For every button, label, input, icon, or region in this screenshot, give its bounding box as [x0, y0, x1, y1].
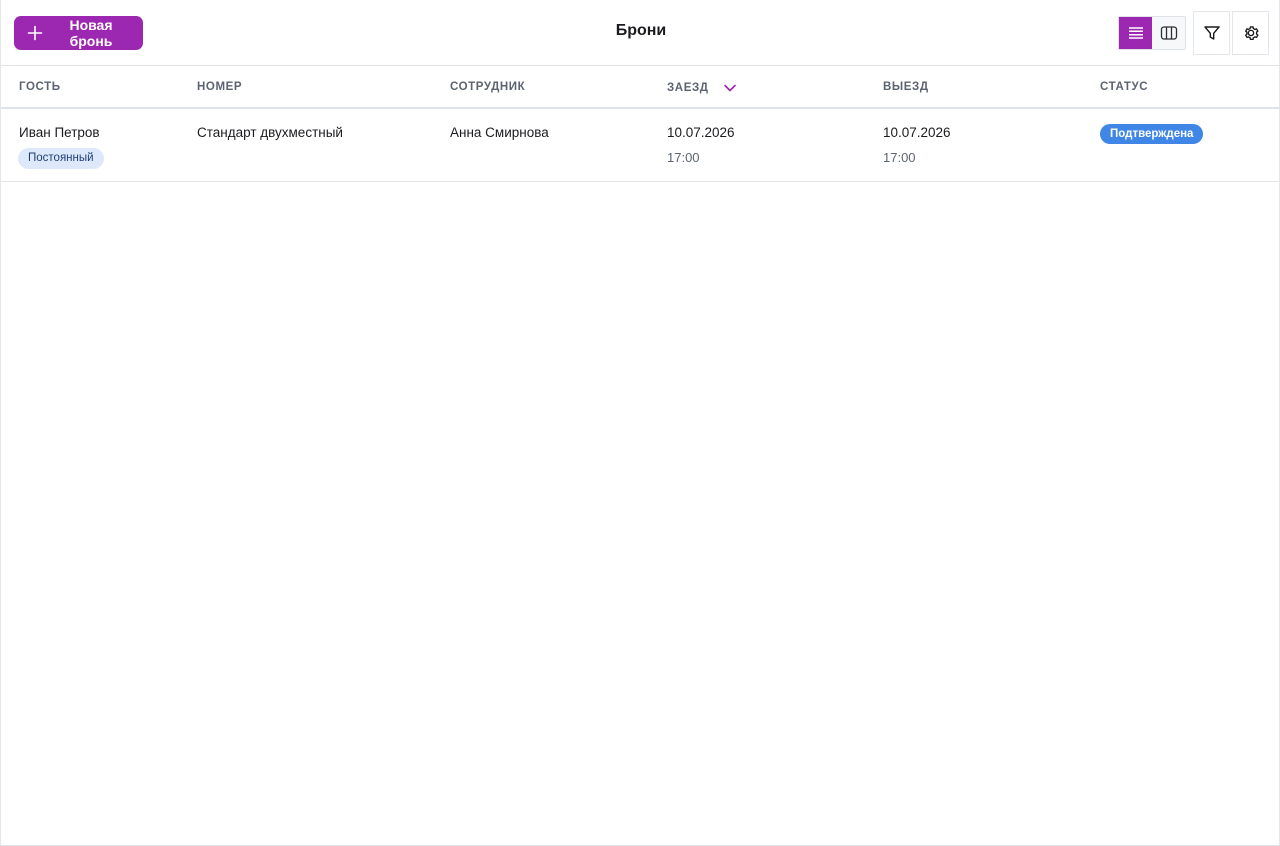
column-header-checkin-label: Заезд	[667, 82, 709, 94]
status-badge: Подтверждена	[1100, 124, 1204, 144]
page-title: Брони	[615, 22, 667, 39]
list-view-button[interactable]	[1119, 17, 1152, 49]
bookings-page: Новая бронь Брони ГОСТЬ НОМЕР СОТРУДНИК …	[0, 0, 1280, 846]
columns-view-icon	[1160, 26, 1177, 40]
column-header-checkout[interactable]: Выезд	[883, 81, 929, 93]
guest-name: Иван Петров	[19, 125, 100, 140]
filter-icon	[1203, 26, 1220, 40]
page-header: Новая бронь Брони	[1, 0, 1280, 66]
checkin-time: 17:00	[667, 150, 700, 165]
column-header-employee[interactable]: Сотрудник	[450, 81, 525, 93]
checkin-date: 10.07.2026	[667, 125, 735, 140]
column-header-guest[interactable]: Гость	[19, 81, 61, 93]
column-header-checkin[interactable]: Заезд	[667, 81, 737, 95]
guest-tag-badge: Постоянный	[18, 148, 104, 169]
table-row[interactable]: Иван Петров Постоянный Стандарт двухмест…	[1, 110, 1280, 182]
settings-button[interactable]	[1232, 11, 1269, 55]
table-header: Гость Номер Сотрудник Заезд Выезд Статус	[1, 67, 1280, 109]
room-type: Стандарт двухместный	[197, 125, 343, 140]
chevron-down-icon	[723, 84, 736, 92]
view-toggle	[1118, 16, 1186, 50]
checkout-time: 17:00	[883, 150, 916, 165]
employee-name: Анна Смирнова	[450, 125, 549, 140]
column-header-status[interactable]: Статус	[1100, 81, 1148, 93]
checkout-date: 10.07.2026	[883, 125, 951, 140]
checkout-cell: 10.07.2026 17:00	[883, 125, 951, 165]
checkin-cell: 10.07.2026 17:00	[667, 125, 735, 165]
filter-button[interactable]	[1193, 11, 1230, 55]
list-view-icon	[1128, 27, 1143, 39]
gear-icon	[1244, 26, 1258, 41]
columns-view-button[interactable]	[1152, 17, 1185, 49]
column-header-room[interactable]: Номер	[197, 81, 242, 93]
